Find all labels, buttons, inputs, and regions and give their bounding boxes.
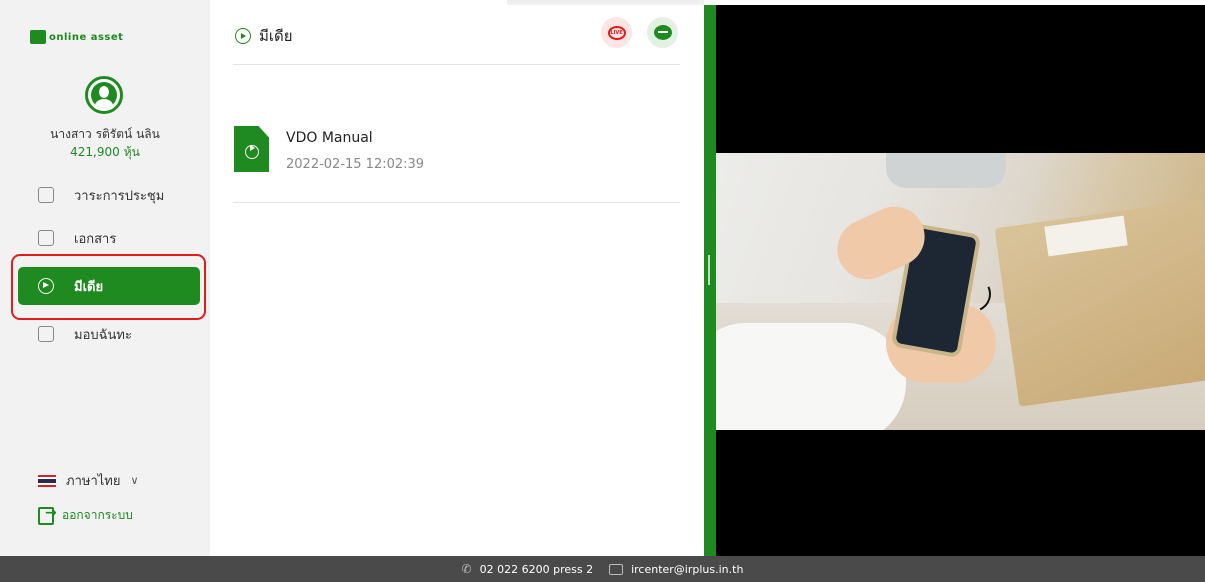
- logo-text: online asset: [49, 31, 124, 43]
- nav-item-label: เอกสาร: [74, 231, 117, 247]
- highlight-box: [11, 254, 206, 320]
- agenda-icon: [38, 187, 54, 203]
- divider: [233, 202, 680, 203]
- top-strip: [507, 0, 704, 5]
- language-selector[interactable]: ภาษาไทย ∨: [38, 470, 139, 491]
- logo-mark-icon: [30, 30, 46, 44]
- proxy-icon: [38, 326, 54, 342]
- resize-handle[interactable]: [704, 5, 716, 556]
- play-circle-icon: [235, 28, 251, 44]
- video-sleeve: [716, 323, 906, 430]
- avatar: [85, 76, 123, 114]
- thai-flag-icon: [38, 474, 56, 487]
- video-figurines: [886, 153, 1006, 188]
- play-icon: [250, 145, 255, 151]
- shares-unit: หุ้น: [123, 145, 140, 159]
- footer-phone[interactable]: 02 022 6200 press 2: [480, 563, 593, 576]
- document-icon: [38, 230, 54, 246]
- user-name: นางสาว รติรัตน์ นลิน: [50, 127, 160, 141]
- nav-item-label: วาระการประชุม: [74, 188, 165, 204]
- logout-label: ออกจากระบบ: [62, 508, 133, 522]
- chat-icon: [653, 25, 672, 40]
- user-avatar-icon: [91, 82, 117, 108]
- online-asset-logo[interactable]: online asset: [30, 30, 123, 44]
- nav-item-agenda[interactable]: วาระการประชุม: [18, 176, 200, 214]
- main-panel: [210, 0, 704, 556]
- logout-icon: [38, 505, 57, 525]
- shares-value: 421,900: [70, 145, 120, 159]
- live-button[interactable]: LIVE: [601, 17, 632, 48]
- file-name[interactable]: VDO Manual: [286, 130, 373, 146]
- live-icon: LIVE: [607, 25, 626, 40]
- phone-icon: ✆: [461, 562, 472, 576]
- language-label: ภาษาไทย: [66, 474, 121, 489]
- divider: [233, 64, 680, 65]
- chevron-down-icon: ∨: [130, 474, 139, 487]
- logout-button[interactable]: ออกจากระบบ: [38, 505, 133, 525]
- live-badge: LIVE: [610, 29, 623, 36]
- page-title-text: มีเดีย: [259, 27, 293, 45]
- footer: ✆ 02 022 6200 press 2 ircenter@irplus.in…: [0, 556, 1205, 582]
- nav-item-label: มอบฉันทะ: [74, 327, 132, 343]
- sidebar: online asset นางสาว รติรัตน์ นลิน 421,90…: [0, 0, 210, 556]
- nav-item-documents[interactable]: เอกสาร: [18, 219, 200, 257]
- footer-email[interactable]: ircenter@irplus.in.th: [631, 563, 743, 576]
- mail-icon: [609, 563, 624, 575]
- nav-item-proxy[interactable]: มอบฉันทะ: [18, 315, 200, 353]
- file-date: 2022-02-15 12:02:39: [286, 157, 425, 172]
- chat-button[interactable]: [647, 17, 678, 48]
- page-title: มีเดีย: [235, 24, 293, 48]
- user-shares: 421,900 หุ้น: [0, 143, 210, 162]
